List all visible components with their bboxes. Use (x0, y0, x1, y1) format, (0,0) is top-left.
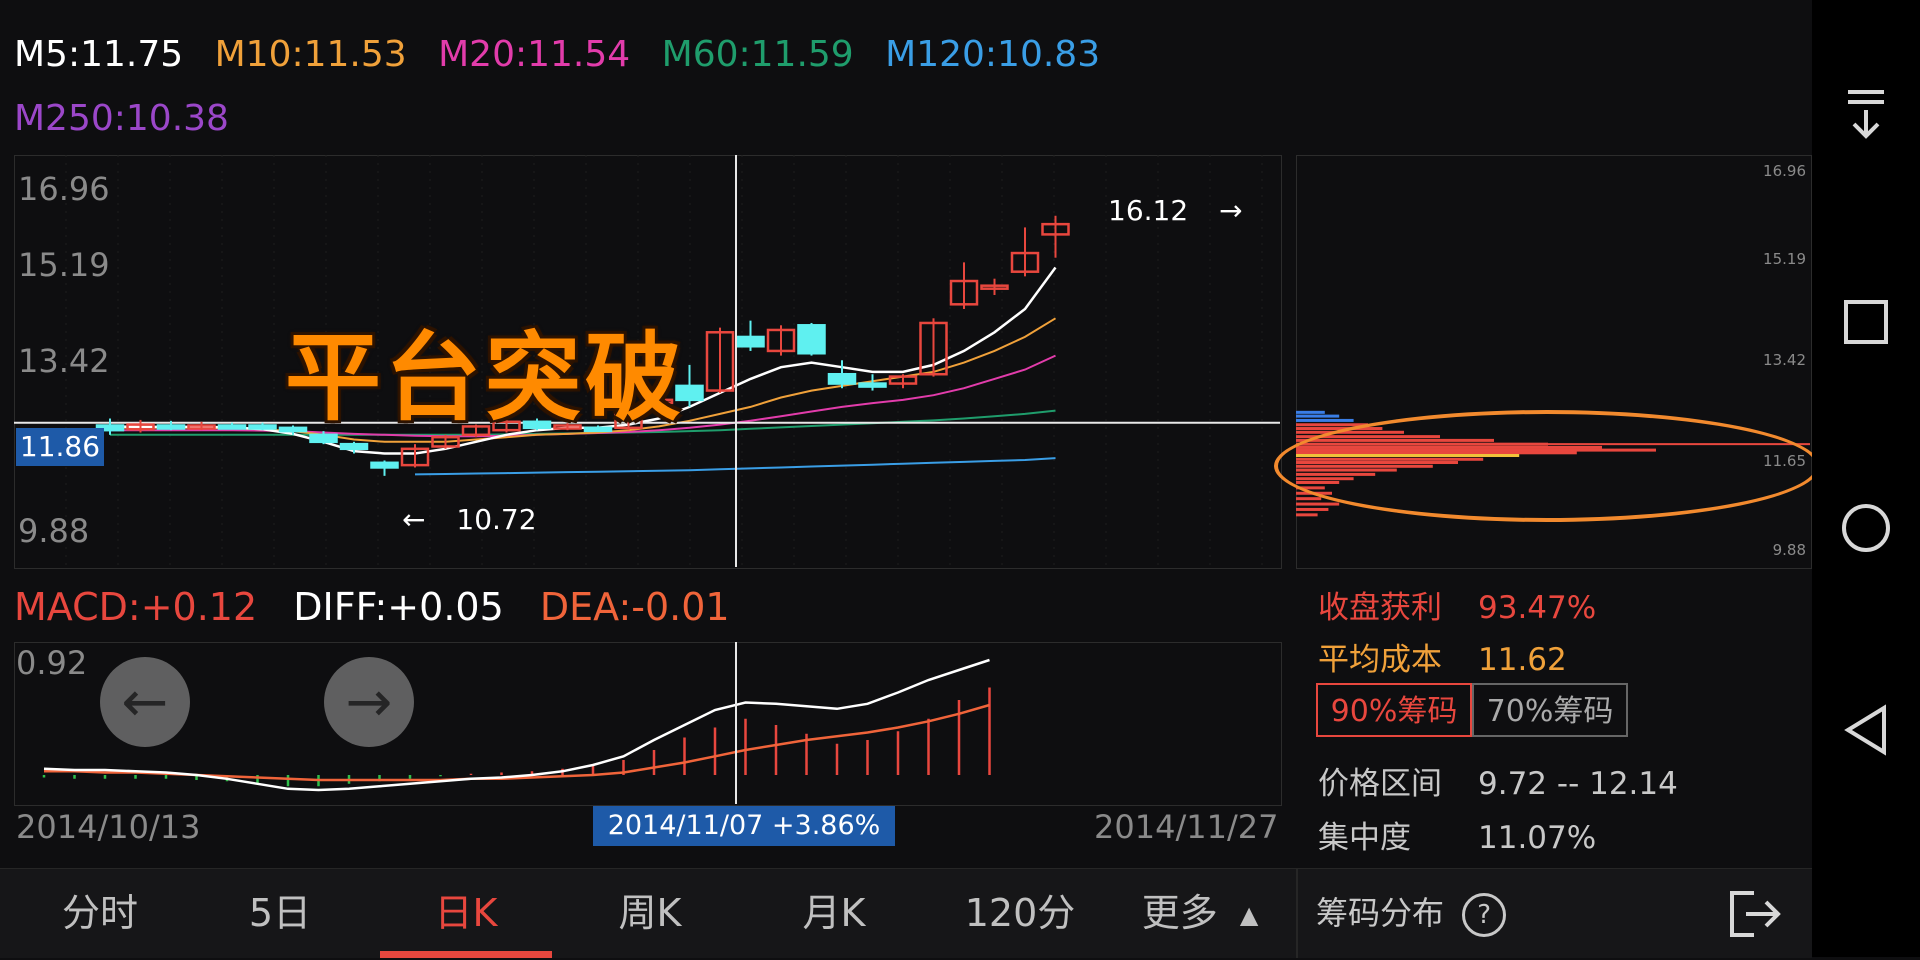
profit-label: 收盘获利 (1318, 590, 1442, 626)
diff-line (43, 658, 990, 792)
low-value: 10.72 (456, 503, 537, 536)
tab-intraday[interactable]: 分时 (30, 869, 170, 958)
exit-icon[interactable] (1726, 887, 1786, 941)
chip-axis-label: 16.96 (1763, 162, 1806, 180)
low-annotation: ← 10.72 (402, 503, 537, 536)
macd-axis-label: 0.92 (16, 644, 88, 682)
price-axis-label: 15.19 (18, 246, 110, 284)
right-arrow-icon: → (1219, 194, 1243, 227)
ma120-label: M120:10.83 (885, 34, 1101, 75)
divider (1296, 869, 1298, 958)
crosshair-price-tag: 11.86 (16, 428, 104, 466)
macd-value: MACD:+0.12 (14, 585, 258, 629)
chip-bar (1296, 418, 1354, 422)
chip-90-button[interactable]: 90%筹码 (1316, 683, 1472, 737)
price-axis-label: 13.42 (18, 342, 110, 380)
candle-body (827, 372, 857, 385)
range-label: 价格区间 (1318, 766, 1442, 802)
chip-bar (1296, 507, 1329, 511)
more-label: 更多 (1141, 891, 1218, 935)
chip-axis-label: 15.19 (1763, 250, 1806, 268)
ma-legend-row-2: M250:10.38 (14, 98, 249, 139)
avg-cost-label: 平均成本 (1318, 642, 1442, 678)
left-arrow-icon: ← (121, 669, 169, 735)
ma250-label: M250:10.38 (14, 98, 229, 139)
help-icon[interactable]: ? (1462, 893, 1507, 937)
caret-up-icon: ▲ (1239, 901, 1259, 929)
chip-bar (1296, 497, 1322, 501)
date-end: 2014/11/27 (1094, 808, 1279, 846)
period-tab-bar: 分时 5日 日K 周K 月K 120分 更多 ▲ 筹码分布 ? (0, 868, 1812, 958)
crosshair-vertical (735, 155, 737, 567)
avg-cost-value: 11.62 (1478, 642, 1567, 678)
tab-5day[interactable]: 5日 (210, 869, 350, 958)
candle-body (248, 424, 277, 430)
diff-value: DIFF:+0.05 (293, 585, 504, 629)
chip-axis-label: 9.88 (1772, 541, 1806, 559)
tab-120min[interactable]: 120分 (940, 869, 1100, 958)
chip-footer-label: 筹码分布 (1316, 894, 1445, 932)
tab-weekly-k[interactable]: 周K (580, 869, 720, 958)
ma60-label: M60:11.59 (661, 34, 854, 75)
overlay-title: 平台突破 (285, 322, 685, 434)
ma-legend-row-1: M5:11.75 M10:11.53 M20:11.54 M60:11.59 M… (14, 34, 1120, 75)
profit-row: 收盘获利 93.47% (1318, 582, 1596, 627)
tab-monthly-k[interactable]: 月K (764, 869, 904, 958)
notification-pull-down-icon[interactable] (1812, 86, 1920, 146)
chip-bar (1296, 414, 1340, 418)
crosshair-vertical-macd (735, 642, 737, 804)
date-start: 2014/10/13 (16, 808, 201, 846)
tab-more[interactable]: 更多 ▲ (1120, 869, 1280, 958)
macd-chart[interactable] (14, 642, 1280, 804)
candle-body (217, 424, 247, 430)
ma5-label: M5:11.75 (14, 34, 184, 75)
recents-square-icon[interactable] (1812, 298, 1920, 348)
ma20-label: M20:11.54 (438, 34, 631, 75)
next-arrow-button[interactable]: → (324, 657, 414, 747)
high-value: 16.12 (1108, 194, 1189, 227)
price-axis-label: 16.96 (18, 170, 110, 208)
candle-body (858, 382, 887, 388)
macd-legend: MACD:+0.12 DIFF:+0.05 DEA:-0.01 (14, 585, 754, 629)
concentration-label: 集中度 (1318, 820, 1411, 856)
tab-daily-k[interactable]: 日K (396, 869, 536, 958)
ma10-label: M10:11.53 (214, 34, 407, 75)
left-arrow-icon: ← (402, 503, 426, 536)
right-arrow-icon: → (345, 669, 393, 735)
back-triangle-icon[interactable] (1812, 704, 1920, 756)
chip-bar (1296, 513, 1318, 517)
dea-value: DEA:-0.01 (539, 585, 730, 629)
avg-cost-row: 平均成本 11.62 (1318, 634, 1567, 679)
candle-body (339, 442, 369, 451)
concentration-row: 集中度 11.07% (1318, 812, 1596, 857)
chip-bar (1296, 502, 1340, 506)
prev-arrow-button[interactable]: ← (100, 657, 190, 747)
candle-body (156, 424, 186, 430)
home-circle-icon[interactable] (1812, 502, 1920, 552)
candle-body (797, 324, 826, 355)
concentration-value: 11.07% (1478, 820, 1597, 856)
candle-body (736, 335, 765, 348)
system-nav-bar (1812, 0, 1920, 957)
price-axis-label: 9.88 (18, 512, 90, 550)
profit-value: 93.47% (1478, 590, 1597, 626)
chip-bar (1296, 410, 1325, 414)
chip-distribution-footer[interactable]: 筹码分布 ? (1316, 869, 1507, 958)
chip-highlight-ellipse (1274, 410, 1820, 522)
range-row: 价格区间 9.72 -- 12.14 (1318, 758, 1678, 803)
high-annotation: 16.12 → (1108, 194, 1243, 227)
chip-axis-label: 13.42 (1763, 351, 1806, 369)
range-value: 9.72 -- 12.14 (1478, 766, 1678, 802)
chip-70-button[interactable]: 70%筹码 (1472, 683, 1628, 737)
candle-body (370, 461, 399, 469)
crosshair-date-tag: 2014/11/07 +3.86% (593, 806, 895, 846)
